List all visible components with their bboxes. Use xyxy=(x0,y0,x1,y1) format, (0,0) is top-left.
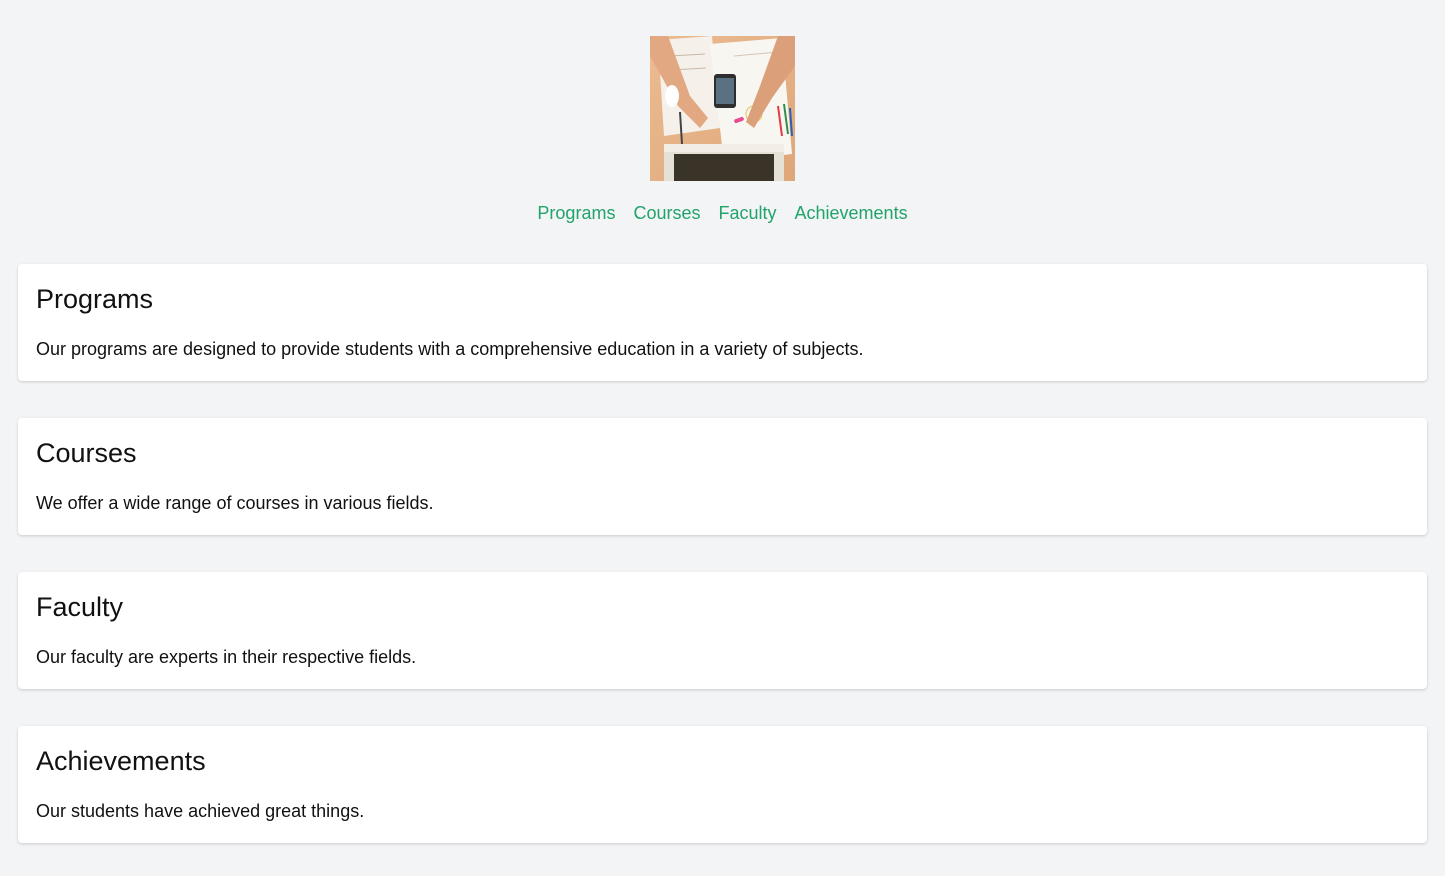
section-title: Faculty xyxy=(36,592,124,622)
main-content: Programs Our programs are designed to pr… xyxy=(0,264,1445,843)
section-text: We offer a wide range of courses in vari… xyxy=(36,493,434,513)
main-nav: Programs Courses Faculty Achievements xyxy=(537,202,907,224)
achievements-section: Achievements Our students have achieved … xyxy=(18,726,1427,843)
faculty-section: Faculty Our faculty are experts in their… xyxy=(18,572,1427,689)
section-text: Our students have achieved great things. xyxy=(36,801,365,821)
nav-link-programs[interactable]: Programs xyxy=(537,202,615,224)
nav-link-achievements[interactable]: Achievements xyxy=(795,202,908,224)
nav-link-faculty[interactable]: Faculty xyxy=(718,202,776,224)
section-title: Achievements xyxy=(36,746,206,776)
section-title: Programs xyxy=(36,284,154,314)
section-text: Our programs are designed to provide stu… xyxy=(36,339,864,359)
section-text: Our faculty are experts in their respect… xyxy=(36,647,417,667)
logo-image xyxy=(650,36,795,181)
nav-link-courses[interactable]: Courses xyxy=(633,202,700,224)
site-header: Programs Courses Faculty Achievements xyxy=(0,0,1445,224)
section-title: Courses xyxy=(36,438,137,468)
programs-section: Programs Our programs are designed to pr… xyxy=(18,264,1427,381)
courses-section: Courses We offer a wide range of courses… xyxy=(18,418,1427,535)
